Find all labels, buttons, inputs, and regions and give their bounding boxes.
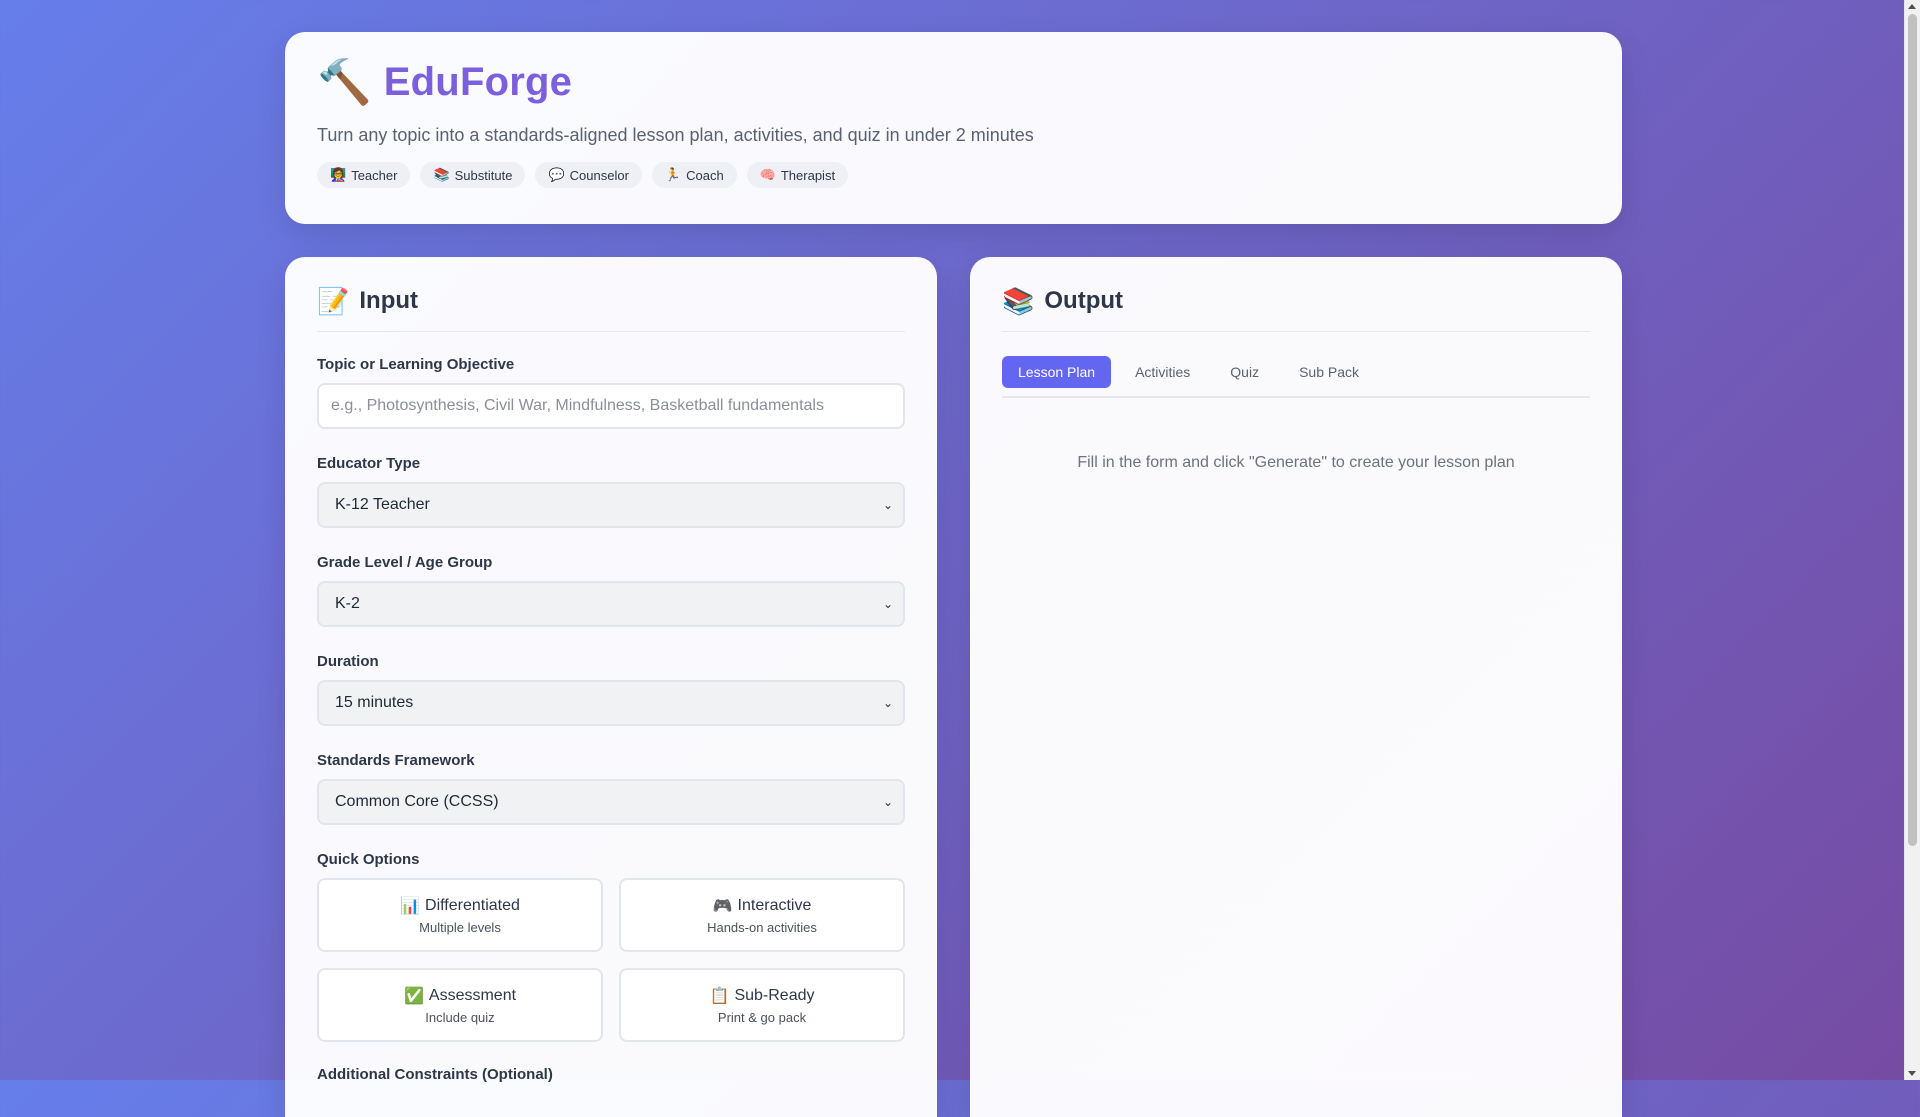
option-subtitle: Print & go pack [717,1009,807,1025]
educator-type-label: Educator Type [317,455,421,472]
output-panel: 📚 Output Lesson Plan Activities Quiz Sub… [970,257,1622,1117]
page-scrollbar[interactable] [1904,0,1920,1080]
duration-select[interactable]: 15 minutes ⌄ [317,680,905,726]
brain-icon: 🧠 [759,167,776,182]
option-differentiated[interactable]: 📊 Differentiated Multiple levels [317,878,603,952]
tab-lesson-plan[interactable]: Lesson Plan [1002,356,1112,388]
standards-label: Standards Framework [317,752,475,769]
books-icon: 📚 [1002,286,1035,316]
constraints-label: Additional Constraints (Optional) [317,1066,553,1083]
option-sub-ready[interactable]: 📋 Sub-Ready Print & go pack [619,968,905,1042]
role-pill-label: Substitute [454,167,513,183]
tab-quiz[interactable]: Quiz [1214,356,1275,388]
option-interactive[interactable]: 🎮 Interactive Hands-on activities [619,878,905,952]
output-panel-title: Output [1044,287,1124,314]
input-panel-header: 📝 Input [317,287,905,332]
brand: 🔨 EduForge [317,60,1590,105]
books-icon: 📚 [433,167,450,182]
role-pill-substitute[interactable]: 📚 Substitute [420,162,526,188]
option-assessment[interactable]: ✅ Assessment Include quiz [317,968,603,1042]
scroll-thumb[interactable] [1908,14,1917,846]
panels: 📝 Input Topic or Learning Objective Educ… [285,257,1622,1117]
tab-activities[interactable]: Activities [1119,356,1206,388]
option-title-text: Interactive [737,896,812,914]
grade-level-value: K-2 [335,595,360,612]
role-pill-teacher[interactable]: 👩‍🏫 Teacher [317,162,411,188]
quick-options-grid: 📊 Differentiated Multiple levels 🎮 Inter… [317,878,905,1042]
option-subtitle: Include quiz [425,1009,495,1025]
role-pills: 👩‍🏫 Teacher 📚 Substitute 💬 Counselor 🏃 C… [317,162,1590,188]
standards-select[interactable]: Common Core (CCSS) ⌄ [317,779,905,825]
option-subtitle: Multiple levels [419,919,501,935]
educator-type-field: Educator Type K-12 Teacher ⌄ [317,455,905,528]
speech-bubble-icon: 💬 [548,167,565,182]
standards-field: Standards Framework Common Core (CCSS) ⌄ [317,752,905,825]
role-pill-label: Therapist [780,167,836,183]
role-pill-coach[interactable]: 🏃 Coach [651,162,737,188]
app-subtitle: Turn any topic into a standards-aligned … [317,125,1034,145]
chevron-down-icon: ⌄ [882,795,893,809]
output-panel-header: 📚 Output [1002,287,1590,332]
scroll-up-icon[interactable] [1908,4,1916,9]
educator-type-select[interactable]: K-12 Teacher ⌄ [317,482,905,528]
educator-type-value: K-12 Teacher [335,496,430,513]
role-pill-label: Coach [686,167,724,183]
option-subtitle: Hands-on activities [707,919,817,935]
topic-input[interactable] [317,383,905,429]
option-title: 📊 Differentiated [400,896,520,916]
role-pill-label: Counselor [569,167,629,183]
tab-sub-pack[interactable]: Sub Pack [1283,356,1375,388]
chevron-down-icon: ⌄ [882,597,893,611]
input-panel: 📝 Input Topic or Learning Objective Educ… [285,257,937,1117]
option-title-text: Differentiated [425,896,520,914]
chevron-down-icon: ⌄ [882,696,893,710]
chevron-down-icon: ⌄ [882,498,893,512]
option-title: 🎮 Interactive [713,896,812,916]
option-title-text: Sub-Ready [734,986,815,1004]
standards-value: Common Core (CCSS) [335,793,499,810]
role-pill-label: Teacher [351,167,398,183]
teacher-icon: 👩‍🏫 [330,167,347,182]
check-icon: ✅ [403,987,424,1005]
duration-value: 15 minutes [335,694,414,711]
gamepad-icon: 🎮 [712,897,733,915]
topic-field: Topic or Learning Objective [317,356,905,429]
grade-level-select[interactable]: K-2 ⌄ [317,581,905,627]
scroll-down-icon[interactable] [1908,1071,1916,1076]
grade-level-label: Grade Level / Age Group [317,554,493,571]
output-tabs: Lesson Plan Activities Quiz Sub Pack [1002,356,1590,398]
topic-label: Topic or Learning Objective [317,356,515,373]
constraints-field: Additional Constraints (Optional) [317,1066,905,1083]
option-title: 📋 Sub-Ready [710,986,815,1006]
app-title: EduForge [383,60,573,104]
clipboard-icon: 📋 [709,987,730,1005]
quick-options-label: Quick Options [317,851,420,868]
grade-level-field: Grade Level / Age Group K-2 ⌄ [317,554,905,627]
memo-icon: 📝 [317,286,350,316]
bar-chart-icon: 📊 [400,897,421,915]
empty-state-message: Fill in the form and click "Generate" to… [1077,454,1515,471]
input-panel-title: Input [359,287,419,314]
option-title-text: Assessment [428,986,517,1004]
hammer-icon: 🔨 [317,57,372,107]
option-title: ✅ Assessment [404,986,516,1006]
header-card: 🔨 EduForge Turn any topic into a standar… [285,32,1622,224]
duration-label: Duration [317,653,379,670]
duration-field: Duration 15 minutes ⌄ [317,653,905,726]
role-pill-therapist[interactable]: 🧠 Therapist [746,162,849,188]
runner-icon: 🏃 [664,167,682,182]
quick-options: Quick Options 📊 Differentiated Multiple … [317,851,905,1042]
page: 🔨 EduForge Turn any topic into a standar… [285,32,1622,1117]
role-pill-counselor[interactable]: 💬 Counselor [535,162,642,188]
